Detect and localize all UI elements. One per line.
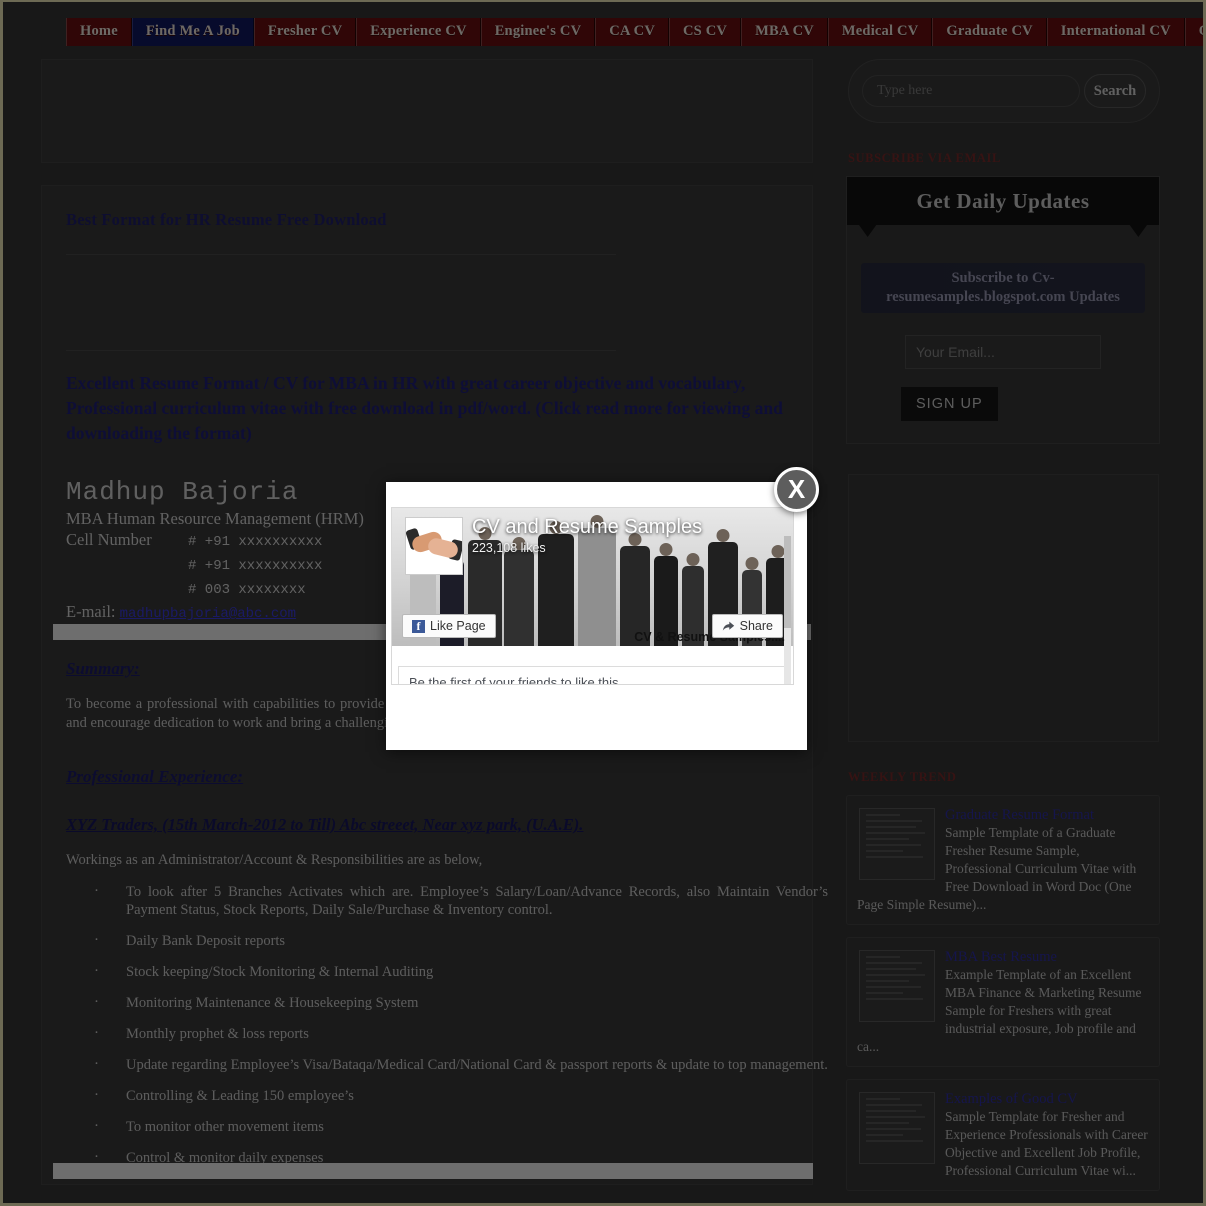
facebook-page-name: CV and Resume Samples [472, 516, 703, 538]
search-widget: Search [848, 59, 1160, 123]
popup-scrollbar[interactable] [784, 536, 791, 684]
ad-band-lower [53, 1163, 813, 1179]
nav-item-find-me-a-job[interactable]: Find Me A Job [131, 18, 254, 46]
facebook-cover-photo: CV and Resume Samples 223,108 likes CV &… [392, 508, 793, 646]
list-item: Controlling & Leading 150 employee’s [66, 1086, 828, 1105]
facebook-like-popup: CV and Resume Samples 223,108 likes CV &… [386, 482, 807, 750]
nav-item-other-cvs[interactable]: Other CVs [1184, 18, 1203, 46]
resume-email-label: E-mail: [66, 602, 116, 621]
list-item: Stock keeping/Stock Monitoring & Interna… [66, 962, 828, 981]
document-thumbnail-icon [859, 808, 935, 880]
facebook-page-avatar [405, 517, 463, 575]
list-item[interactable]: MBA Best Resume Example Template of an E… [846, 937, 1160, 1067]
right-sidebar: Search SUBSCRIBE VIA EMAIL Get Daily Upd… [846, 59, 1160, 1203]
resume-phone-2: # +91 xxxxxxxxxx [188, 558, 323, 574]
top-ad-placeholder [41, 59, 813, 163]
nav-item-experience-cv[interactable]: Experience CV [356, 18, 481, 46]
document-thumbnail-icon [859, 950, 935, 1022]
share-arrow-icon [722, 621, 734, 631]
share-label: Share [739, 619, 773, 633]
facebook-like-count: 223,108 likes [472, 541, 546, 555]
job-heading: XYZ Traders, (15th March-2012 to Till) A… [66, 815, 584, 834]
document-thumbnail-icon [859, 1092, 935, 1164]
duties-list: To look after 5 Branches Activates which… [66, 882, 828, 1167]
list-item: Monthly prophet & loss reports [66, 1024, 828, 1043]
search-input[interactable] [862, 75, 1080, 107]
experience-heading: Professional Experience: [66, 767, 244, 786]
ad-divider [66, 350, 616, 351]
subscribe-widget: Get Daily Updates Subscribe to Cv-resume… [846, 176, 1160, 444]
inline-ad-placeholder [66, 255, 788, 350]
list-item: Update regarding Employee’s Visa/Bataqa/… [66, 1055, 828, 1074]
trend-item-description: Sample Template for Fresher and Experien… [945, 1109, 1148, 1178]
list-item[interactable]: Examples of Good CV Sample Template for … [846, 1079, 1160, 1191]
list-item: Daily Bank Deposit reports [66, 931, 828, 950]
subscribe-section-heading: SUBSCRIBE VIA EMAIL [848, 151, 1001, 165]
facebook-page-plugin: CV and Resume Samples 223,108 likes CV &… [391, 507, 794, 685]
facebook-share-button[interactable]: Share [711, 614, 783, 638]
resume-phone-3: # 003 xxxxxxxx [188, 582, 306, 598]
like-page-label: Like Page [430, 619, 486, 633]
close-icon[interactable]: X [774, 467, 819, 512]
facebook-friends-prompt: Be the first of your friends to like thi… [398, 666, 788, 684]
resume-email-link[interactable]: madhupbajoria@abc.com [120, 606, 296, 622]
nav-item-cs-cv[interactable]: CS CV [669, 18, 742, 46]
search-button[interactable]: Search [1084, 74, 1146, 108]
subscribe-form-title: Subscribe to Cv-resumesamples.blogspot.c… [861, 263, 1145, 313]
subscribe-banner-title: Get Daily Updates [847, 177, 1159, 225]
list-item: To monitor other movement items [66, 1117, 828, 1136]
nav-item-home[interactable]: Home [66, 18, 132, 46]
nav-item-medical-cv[interactable]: Medical CV [827, 18, 933, 46]
email-field[interactable] [905, 335, 1101, 369]
weekly-trend-heading: WEEKLY TREND [848, 770, 957, 784]
job-intro-text: Workings as an Administrator/Account & R… [66, 852, 483, 868]
sidebar-ad-placeholder [848, 474, 1159, 742]
article-lede: Excellent Resume Format / CV for MBA in … [66, 373, 783, 443]
nav-item-engineers-cv[interactable]: Enginee's CV [480, 18, 596, 46]
nav-item-fresher-cv[interactable]: Fresher CV [253, 18, 357, 46]
signup-button[interactable]: SIGN UP [901, 387, 998, 421]
page-title: Best Format for HR Resume Free Download [66, 210, 387, 229]
nav-item-international-cv[interactable]: International CV [1046, 18, 1185, 46]
list-item: To look after 5 Branches Activates which… [66, 882, 828, 919]
nav-item-mba-cv[interactable]: MBA CV [741, 18, 828, 46]
main-navigation: Home Find Me A Job Fresher CV Experience… [66, 18, 1203, 46]
nav-item-graduate-cv[interactable]: Graduate CV [932, 18, 1047, 46]
page-root: Home Find Me A Job Fresher CV Experience… [0, 0, 1206, 1206]
list-item[interactable]: Graduate Resume Format Sample Template o… [846, 795, 1160, 925]
nav-item-ca-cv[interactable]: CA CV [595, 18, 669, 46]
list-item: Monitoring Maintenance & Housekeeping Sy… [66, 993, 828, 1012]
resume-phone-1: # +91 xxxxxxxxxx [188, 534, 323, 550]
facebook-like-page-button[interactable]: f Like Page [402, 614, 496, 638]
resume-cell-label: Cell Number [66, 530, 152, 549]
facebook-logo-icon: f [412, 619, 425, 633]
